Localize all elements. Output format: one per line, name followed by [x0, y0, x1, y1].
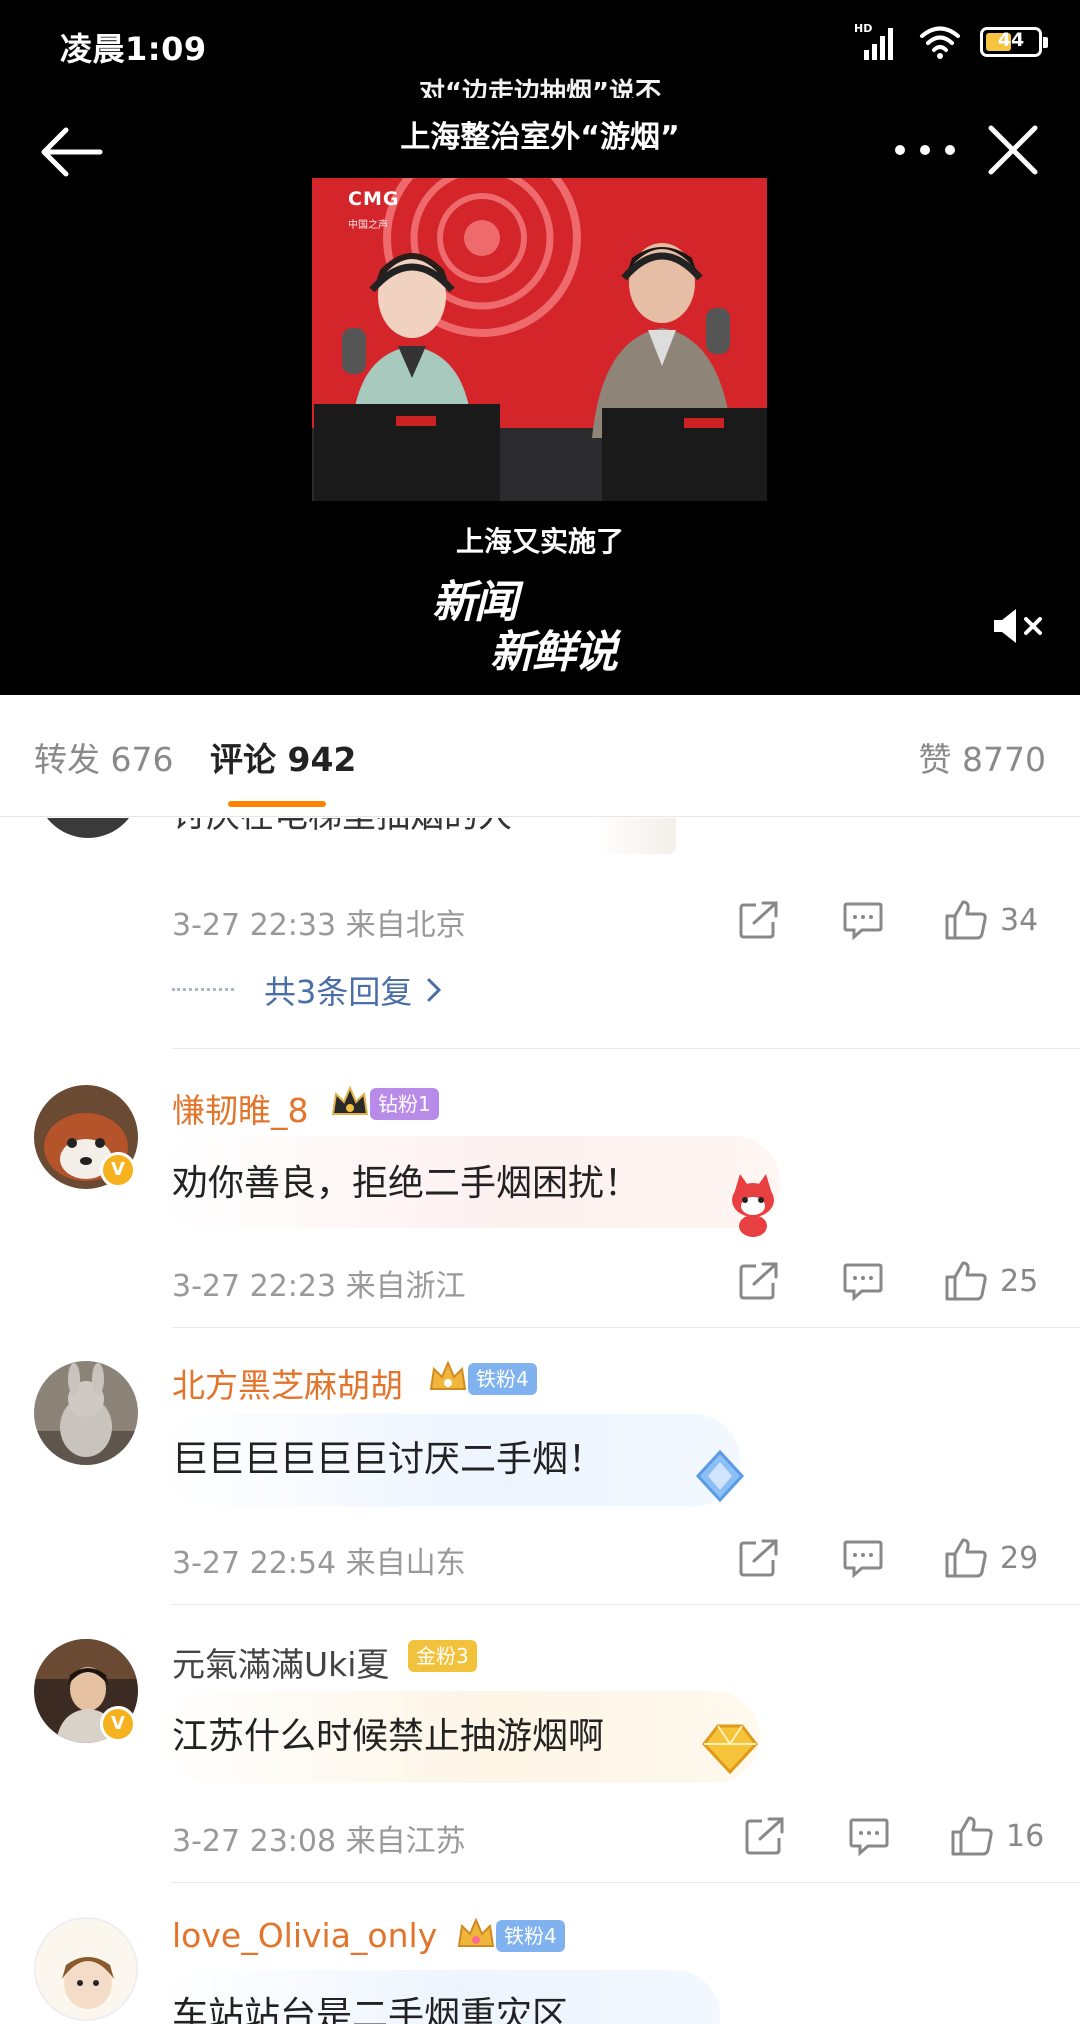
comment-time-location: 3-27 22:23 来自浙江: [172, 1269, 466, 1304]
crown-icon: [429, 1360, 467, 1390]
more-options-icon[interactable]: [890, 130, 960, 170]
comment-tabs: 转发 676 评论 942 赞 8770: [0, 695, 1080, 817]
comment-icon: [843, 902, 883, 940]
comment-time-location: 3-27 22:54 来自山东: [172, 1546, 466, 1581]
back-arrow-icon[interactable]: [38, 124, 104, 180]
like-button[interactable]: 34: [944, 898, 1038, 942]
comment-text: 车站站台是二手烟重灾区: [172, 1995, 569, 2024]
reply-button[interactable]: [842, 1536, 884, 1580]
share-icon: [739, 1262, 778, 1300]
battery-level: 44: [997, 29, 1025, 51]
share-button[interactable]: [738, 1536, 780, 1580]
reply-button[interactable]: [842, 898, 884, 942]
sticker-decoration: [596, 818, 676, 854]
brand-line-2: 新鲜说: [490, 627, 618, 678]
fan-badge: 铁粉4: [468, 1363, 537, 1395]
fan-badge: 钻粉1: [370, 1088, 439, 1120]
network-label: HD: [854, 22, 873, 35]
crown-icon: [331, 1085, 369, 1115]
video-frame: CMG 中国之声: [312, 178, 767, 501]
tab-reposts[interactable]: 转发 676: [34, 733, 173, 781]
comment-time-location: 3-27 22:33 来自北京: [172, 908, 466, 943]
comment-meta: 3-27 23:08 来自江苏 16: [172, 1814, 1046, 1859]
thumbs-up-icon: [945, 1261, 987, 1301]
video-caption-previous: 对“边走边抽烟”说不: [418, 78, 662, 98]
close-icon[interactable]: [985, 122, 1041, 178]
divider: [172, 1327, 1080, 1328]
comment-text: 讨厌在电梯里抽烟的人: [172, 818, 512, 837]
avatar[interactable]: [34, 1361, 138, 1465]
gold-gem-icon: [702, 1724, 758, 1775]
tab-comments[interactable]: 评论 942: [210, 733, 356, 781]
status-icons: HD 44: [854, 22, 1048, 62]
news-brand-logo: 新闻 新鲜说: [432, 578, 652, 688]
cmg-logo: CMG: [348, 188, 400, 210]
share-icon: [739, 901, 778, 939]
comment-icon: [843, 1263, 883, 1301]
video-player[interactable]: 凌晨1:09 HD 44 对“边走边抽烟”说不 上海整治室外“游烟” CMG 中…: [0, 0, 1080, 695]
comment-text: 巨巨巨巨巨巨讨厌二手烟！: [172, 1439, 605, 1480]
comment-meta: 3-27 22:23 来自浙江 25: [172, 1259, 1046, 1304]
like-count: 34: [1000, 902, 1039, 938]
like-count: 29: [1000, 1540, 1039, 1576]
avatar[interactable]: [34, 1917, 138, 2021]
brand-line-1: 新闻: [432, 577, 518, 628]
signal-icon: HD: [854, 22, 900, 62]
active-tab-indicator: [228, 801, 326, 807]
thumbs-up-icon: [945, 1538, 987, 1578]
comment-text: 劝你善良，拒绝二手烟困扰！: [172, 1163, 641, 1204]
share-icon: [745, 1817, 784, 1855]
wifi-icon: [920, 26, 960, 59]
tab-likes[interactable]: 赞 8770: [919, 733, 1046, 781]
thumbs-up-icon: [951, 1816, 993, 1856]
divider: [172, 1882, 1080, 1883]
like-count: 25: [1000, 1263, 1039, 1299]
chevron-right-icon: [427, 978, 442, 1002]
verified-badge-icon: V: [100, 1706, 136, 1742]
fox-sticker-icon: [732, 1174, 774, 1237]
crown-icon: [457, 1917, 495, 1947]
thumbs-up-icon: [945, 900, 987, 940]
comment-icon: [849, 1818, 889, 1856]
username[interactable]: 慊韧睢_8: [172, 1084, 309, 1132]
share-button[interactable]: [744, 1814, 786, 1858]
comment-meta: 3-27 22:54 来自山东 29: [172, 1536, 1046, 1581]
comment-icon: [843, 1540, 883, 1578]
like-button[interactable]: 16: [950, 1814, 1044, 1858]
divider: [172, 1604, 1080, 1605]
replies-count-text: 共3条回复: [264, 973, 413, 1011]
dotted-line: [172, 988, 234, 992]
battery-icon: 44: [980, 27, 1048, 57]
reply-button[interactable]: [848, 1814, 890, 1858]
comment-meta: 3-27 22:33 来自北京 34: [172, 898, 1046, 943]
comment-text: 江苏什么时候禁止抽游烟啊: [172, 1716, 605, 1757]
share-button[interactable]: [738, 1259, 780, 1303]
like-button[interactable]: 25: [944, 1259, 1038, 1303]
username[interactable]: love_Olivia_only: [172, 1916, 437, 1955]
channel-name: 中国之声: [348, 220, 388, 231]
comment-time-location: 3-27 23:08 来自江苏: [172, 1824, 466, 1859]
verified-badge-icon: V: [100, 1152, 136, 1188]
diamond-sticker-icon: [695, 1449, 745, 1503]
fan-badge: 金粉3: [408, 1640, 477, 1672]
share-button[interactable]: [738, 898, 780, 942]
like-button[interactable]: 29: [944, 1536, 1038, 1580]
status-time: 凌晨1:09: [60, 30, 207, 68]
view-replies-link[interactable]: 共3条回复: [172, 968, 442, 1012]
reply-button[interactable]: [842, 1259, 884, 1303]
divider: [172, 1048, 1080, 1049]
avatar[interactable]: [36, 818, 140, 838]
comment-list[interactable]: 讨厌在电梯里抽烟的人 3-27 22:33 来自北京 34 共3条回复 V 慊韧…: [0, 818, 1080, 2024]
mute-icon[interactable]: [990, 606, 1048, 646]
fan-badge: 铁粉4: [496, 1920, 565, 1952]
video-subtitle: 上海又实施了: [455, 525, 624, 558]
username[interactable]: 北方黑芝麻胡胡: [172, 1359, 403, 1407]
username[interactable]: 元氣滿滿Uki夏: [172, 1638, 389, 1686]
like-count: 16: [1006, 1818, 1045, 1854]
share-icon: [739, 1539, 778, 1577]
